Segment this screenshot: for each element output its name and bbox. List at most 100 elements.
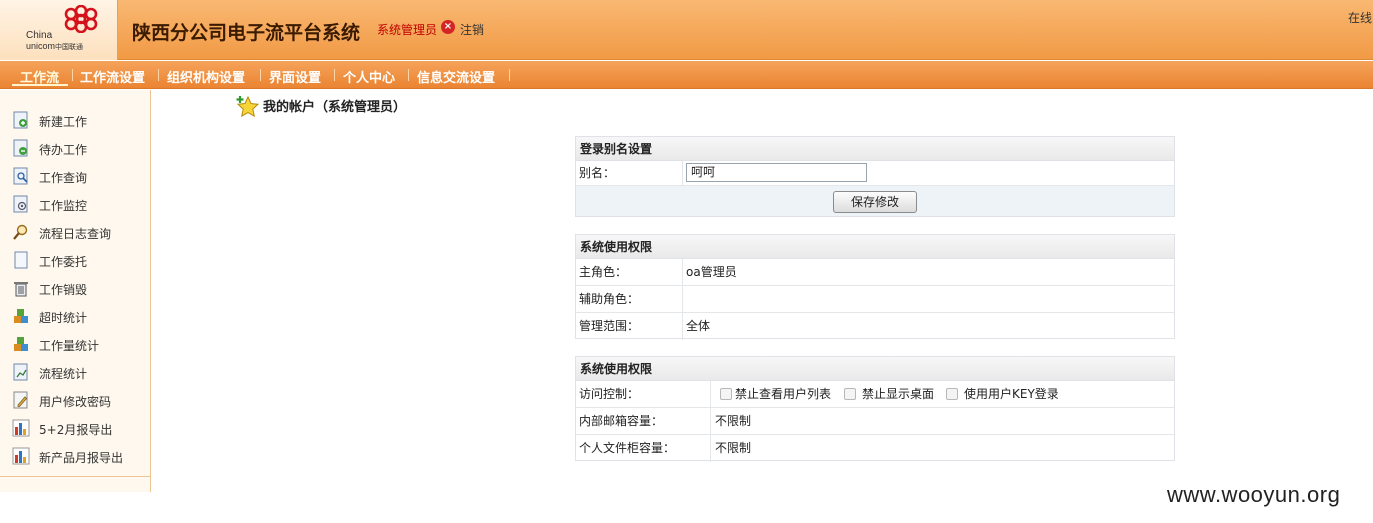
logo-line2-cn: 中国联通 — [55, 44, 84, 51]
query-doc-icon — [13, 167, 28, 185]
logo-line1: China — [26, 30, 53, 41]
access-control-label: 访问控制： — [576, 381, 711, 407]
sidebar-item-label: 工作委托 — [39, 255, 88, 269]
manage-scope-label: 管理范围： — [576, 313, 683, 340]
alias-row: 别名： — [576, 161, 1174, 186]
monitor-doc-icon — [13, 195, 28, 213]
sidebar-item-label: 5+2月报导出 — [39, 423, 113, 437]
logo: China unicom中国联通 — [0, 0, 118, 60]
watermark: www.wooyun.org — [1167, 482, 1341, 507]
alias-input[interactable]: 呵呵 — [686, 163, 867, 182]
sidebar-item-work-monitor[interactable]: 工作监控 — [12, 194, 147, 216]
nav-separator — [334, 69, 335, 81]
checkbox-label: 禁止查看用户列表 — [735, 387, 832, 401]
bar-chart-icon — [12, 419, 30, 437]
sidebar-item-new-work[interactable]: 新建工作 — [12, 110, 147, 132]
main-role-label: 主角色： — [576, 259, 683, 285]
sidebar-item-timeout-stats[interactable]: 超时统计 — [12, 306, 147, 328]
access-control-panel: 系统使用权限 访问控制： 禁止查看用户列表 禁止显示桌面 使用用户KEY登录 内… — [575, 356, 1175, 462]
nav-separator — [408, 69, 409, 81]
checkbox-label: 使用用户KEY登录 — [964, 387, 1059, 401]
star-add-icon — [236, 95, 260, 117]
nav-org-settings[interactable]: 组织机构设置 — [167, 67, 245, 86]
logout-icon[interactable]: × — [441, 20, 455, 34]
blank-doc-icon — [14, 251, 28, 269]
sidebar-item-process-stats[interactable]: 流程统计 — [12, 362, 147, 384]
nav-separator — [158, 69, 159, 81]
table-row: 管理范围： 全体 — [576, 313, 1174, 340]
file-cabinet-capacity-label: 个人文件柜容量： — [576, 435, 711, 462]
blocks-icon — [14, 337, 28, 351]
sidebar: 新建工作 待办工作 工作查询 工作监控 流程日志查询 工作委托 工作销毁 超时统… — [0, 90, 151, 492]
manage-scope-value: 全体 — [686, 319, 711, 333]
pencil-doc-icon — [13, 391, 28, 409]
online-status[interactable]: 在线 — [1348, 9, 1372, 26]
sidebar-item-process-log-query[interactable]: 流程日志查询 — [12, 222, 147, 244]
sidebar-item-work-delegate[interactable]: 工作委托 — [12, 250, 147, 272]
panel-heading: 系统使用权限 — [576, 357, 1174, 381]
sidebar-item-label: 流程日志查询 — [39, 227, 112, 241]
table-row: 辅助角色： — [576, 286, 1174, 313]
sidebar-item-label: 新产品月报导出 — [39, 451, 124, 465]
sidebar-divider — [0, 476, 150, 477]
trash-icon — [14, 282, 28, 297]
sidebar-item-work-destroy[interactable]: 工作销毁 — [12, 278, 147, 300]
sidebar-item-work-query[interactable]: 工作查询 — [12, 166, 147, 188]
sidebar-item-label: 流程统计 — [39, 367, 88, 381]
blocks-icon — [14, 309, 28, 323]
alias-label: 别名： — [576, 161, 683, 185]
save-changes-button[interactable]: 保存修改 — [833, 191, 917, 213]
sidebar-item-label: 工作查询 — [39, 171, 88, 185]
nav-ui-settings[interactable]: 界面设置 — [269, 67, 321, 86]
sidebar-item-workload-stats[interactable]: 工作量统计 — [12, 334, 147, 356]
file-cabinet-capacity-value: 不限制 — [715, 441, 752, 455]
checkbox-hide-user-list[interactable] — [720, 388, 732, 400]
sidebar-item-label: 待办工作 — [39, 143, 88, 157]
checkbox-user-key-login[interactable] — [946, 388, 958, 400]
sidebar-item-new-product-report-export[interactable]: 新产品月报导出 — [12, 446, 147, 468]
table-row: 个人文件柜容量： 不限制 — [576, 435, 1174, 462]
sidebar-item-report-5-2-export[interactable]: 5+2月报导出 — [12, 418, 147, 440]
bar-chart-icon — [12, 447, 30, 465]
current-role: 系统管理员 — [377, 23, 438, 37]
nav-separator — [509, 69, 510, 81]
panel-heading: 系统使用权限 — [576, 235, 1174, 259]
unicom-knot-icon — [64, 5, 98, 33]
main-role-value: oa管理员 — [686, 265, 737, 279]
logo-text: China unicom中国联通 — [26, 31, 83, 53]
logout-link[interactable]: 注销 — [460, 21, 484, 38]
main-nav: 工作流 工作流设置 组织机构设置 界面设置 个人中心 信息交流设置 — [0, 61, 1373, 89]
nav-separator — [260, 69, 261, 81]
magnifier-icon — [13, 224, 28, 240]
aux-role-label: 辅助角色： — [576, 286, 683, 312]
sidebar-item-label: 工作监控 — [39, 199, 88, 213]
sidebar-item-label: 新建工作 — [39, 115, 88, 129]
mailbox-capacity-value: 不限制 — [715, 414, 752, 428]
sidebar-item-change-password[interactable]: 用户修改密码 — [12, 390, 147, 412]
page-title: 我的帐户（系统管理员） — [263, 100, 407, 115]
nav-workflow-settings[interactable]: 工作流设置 — [80, 67, 145, 86]
sidebar-item-label: 工作销毁 — [39, 283, 88, 297]
table-row: 主角色： oa管理员 — [576, 259, 1174, 286]
nav-active-indicator — [12, 84, 68, 86]
sidebar-item-todo-work[interactable]: 待办工作 — [12, 138, 147, 160]
sidebar-item-label: 超时统计 — [39, 311, 88, 325]
nav-separator — [72, 69, 73, 81]
new-doc-icon — [13, 111, 28, 129]
chart-doc-icon — [13, 363, 28, 381]
sidebar-item-label: 用户修改密码 — [39, 395, 112, 409]
panel-heading: 登录别名设置 — [576, 137, 1174, 161]
nav-info-exchange-settings[interactable]: 信息交流设置 — [417, 67, 495, 86]
todo-doc-icon — [13, 139, 28, 157]
nav-personal-center[interactable]: 个人中心 — [343, 67, 395, 86]
app-header: China unicom中国联通 陕西分公司电子流平台系统 系统管理员 × 注销… — [0, 0, 1373, 60]
sidebar-item-label: 工作量统计 — [39, 339, 100, 353]
checkbox-label: 禁止显示桌面 — [862, 387, 935, 401]
checkbox-hide-desktop[interactable] — [844, 388, 856, 400]
table-row: 访问控制： 禁止查看用户列表 禁止显示桌面 使用用户KEY登录 — [576, 381, 1174, 408]
system-permissions-panel: 系统使用权限 主角色： oa管理员 辅助角色： 管理范围： 全体 — [575, 234, 1175, 340]
logo-line2: unicom — [26, 41, 56, 51]
mailbox-capacity-label: 内部邮箱容量： — [576, 408, 711, 434]
system-title: 陕西分公司电子流平台系统 — [132, 22, 361, 44]
table-row: 内部邮箱容量： 不限制 — [576, 408, 1174, 435]
